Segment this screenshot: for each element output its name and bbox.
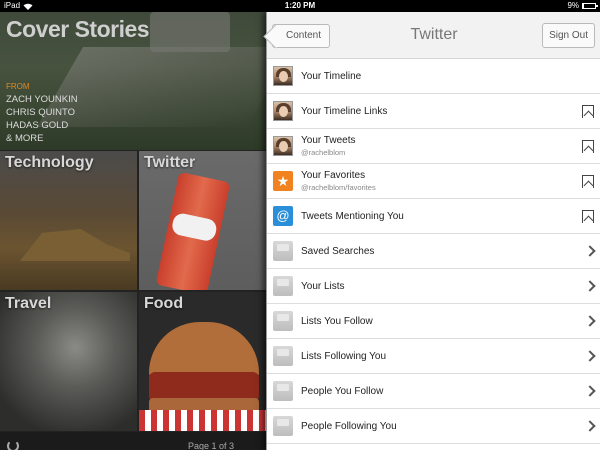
tile-technology[interactable]: Technology <box>0 151 137 290</box>
panel-header: Content Twitter Sign Out <box>267 12 600 59</box>
chevron-right-icon[interactable] <box>586 245 594 258</box>
cover-title: Cover Stories <box>6 16 150 42</box>
list-item-title: Lists You Follow <box>301 316 373 327</box>
tile-label: Travel <box>5 295 52 312</box>
tray-icon <box>273 381 293 401</box>
list-item-subtitle: @rachelblom <box>301 148 346 157</box>
tray-icon <box>273 276 293 296</box>
list-item-title: Your Timeline Links <box>301 106 388 117</box>
list-item-title: Saved Searches <box>301 246 375 257</box>
battery-percent: 9% <box>567 1 579 10</box>
list-item[interactable]: People You Follow <box>267 374 600 409</box>
content-grid: Cover Stories FROM ZACH YOUNKIN CHRIS QU… <box>0 12 294 450</box>
bookmark-icon[interactable] <box>582 210 594 223</box>
avatar-icon <box>273 66 293 86</box>
list-item-title: Lists Following You <box>301 351 387 362</box>
avatar-icon <box>273 101 293 121</box>
tile-travel[interactable]: Travel <box>0 292 137 431</box>
battery-fill <box>583 4 585 8</box>
chevron-right-icon[interactable] <box>586 280 594 293</box>
tile-label: Technology <box>5 154 94 171</box>
sign-out-button[interactable]: Sign Out <box>542 23 595 48</box>
list-item[interactable]: Your Timeline Links <box>267 94 600 129</box>
list-item-subtitle: @rachelblom/favorites <box>301 183 376 192</box>
page-indicator: Page 1 of 3 <box>188 441 235 450</box>
refresh-icon[interactable] <box>7 440 19 450</box>
author-name: HADAS GOLD <box>6 120 69 131</box>
list-item[interactable]: Lists Following You <box>267 339 600 374</box>
author-name: CHRIS QUINTO <box>6 107 75 118</box>
bookmark-icon[interactable] <box>582 140 594 153</box>
clock: 1:20 PM <box>284 1 316 10</box>
grid-footer: Page 1 of 3 <box>0 432 266 450</box>
list-item-title: Your Lists <box>301 281 345 292</box>
tile-label: Food <box>144 295 184 312</box>
tile-label: Twitter <box>144 154 196 171</box>
chevron-right-icon[interactable] <box>586 315 594 328</box>
bookmark-icon[interactable] <box>582 175 594 188</box>
tray-icon <box>273 241 293 261</box>
status-bar: iPad 1:20 PM 9% <box>0 0 600 12</box>
list-item[interactable]: Saved Searches <box>267 234 600 269</box>
chevron-right-icon[interactable] <box>586 350 594 363</box>
cover-authors: ZACH YOUNKIN CHRIS QUINTO HADAS GOLD & M… <box>6 93 78 145</box>
list-item-title: Your Favorites <box>301 170 366 181</box>
star-icon: ★ <box>273 171 293 191</box>
twitter-menu-list: Your Timeline Your Timeline Links Your Twe… <box>267 59 600 444</box>
tile-food[interactable]: Food <box>139 292 266 431</box>
chevron-right-icon[interactable] <box>586 420 594 433</box>
list-item[interactable]: @ Tweets Mentioning You <box>267 199 600 234</box>
great-wall-photo <box>20 229 130 261</box>
list-item[interactable]: ★ Your Favorites @rachelblom/favorites <box>267 164 600 199</box>
list-item[interactable]: Your Tweets @rachelblom <box>267 129 600 164</box>
list-item[interactable]: People Following You <box>267 409 600 444</box>
chevron-right-icon[interactable] <box>586 385 594 398</box>
soda-can-photo <box>155 171 231 290</box>
tile-twitter[interactable]: Twitter <box>139 151 266 290</box>
list-item-title: Your Timeline <box>301 71 362 82</box>
at-icon: @ <box>273 206 293 226</box>
author-name: ZACH YOUNKIN <box>6 94 78 105</box>
battery-icon <box>582 3 598 9</box>
list-item-title: Tweets Mentioning You <box>301 211 404 222</box>
tray-icon <box>273 311 293 331</box>
cover-stories-tile[interactable]: Cover Stories FROM ZACH YOUNKIN CHRIS QU… <box>0 12 294 150</box>
bookmark-icon[interactable] <box>582 105 594 118</box>
tray-icon <box>273 416 293 436</box>
tray-icon <box>273 346 293 366</box>
list-item-title: People You Follow <box>301 386 384 397</box>
list-item-title: People Following You <box>301 421 397 432</box>
list-item[interactable]: Lists You Follow <box>267 304 600 339</box>
avatar-icon <box>273 136 293 156</box>
cover-from-label: FROM <box>6 82 30 91</box>
twitter-panel: Content Twitter Sign Out Your Timeline Yo… <box>266 12 600 450</box>
author-more: & MORE <box>6 133 44 144</box>
list-item[interactable]: Your Timeline <box>267 59 600 94</box>
list-item-title: Your Tweets <box>301 135 356 146</box>
cover-photo-car <box>150 12 230 52</box>
list-item[interactable]: Your Lists <box>267 269 600 304</box>
